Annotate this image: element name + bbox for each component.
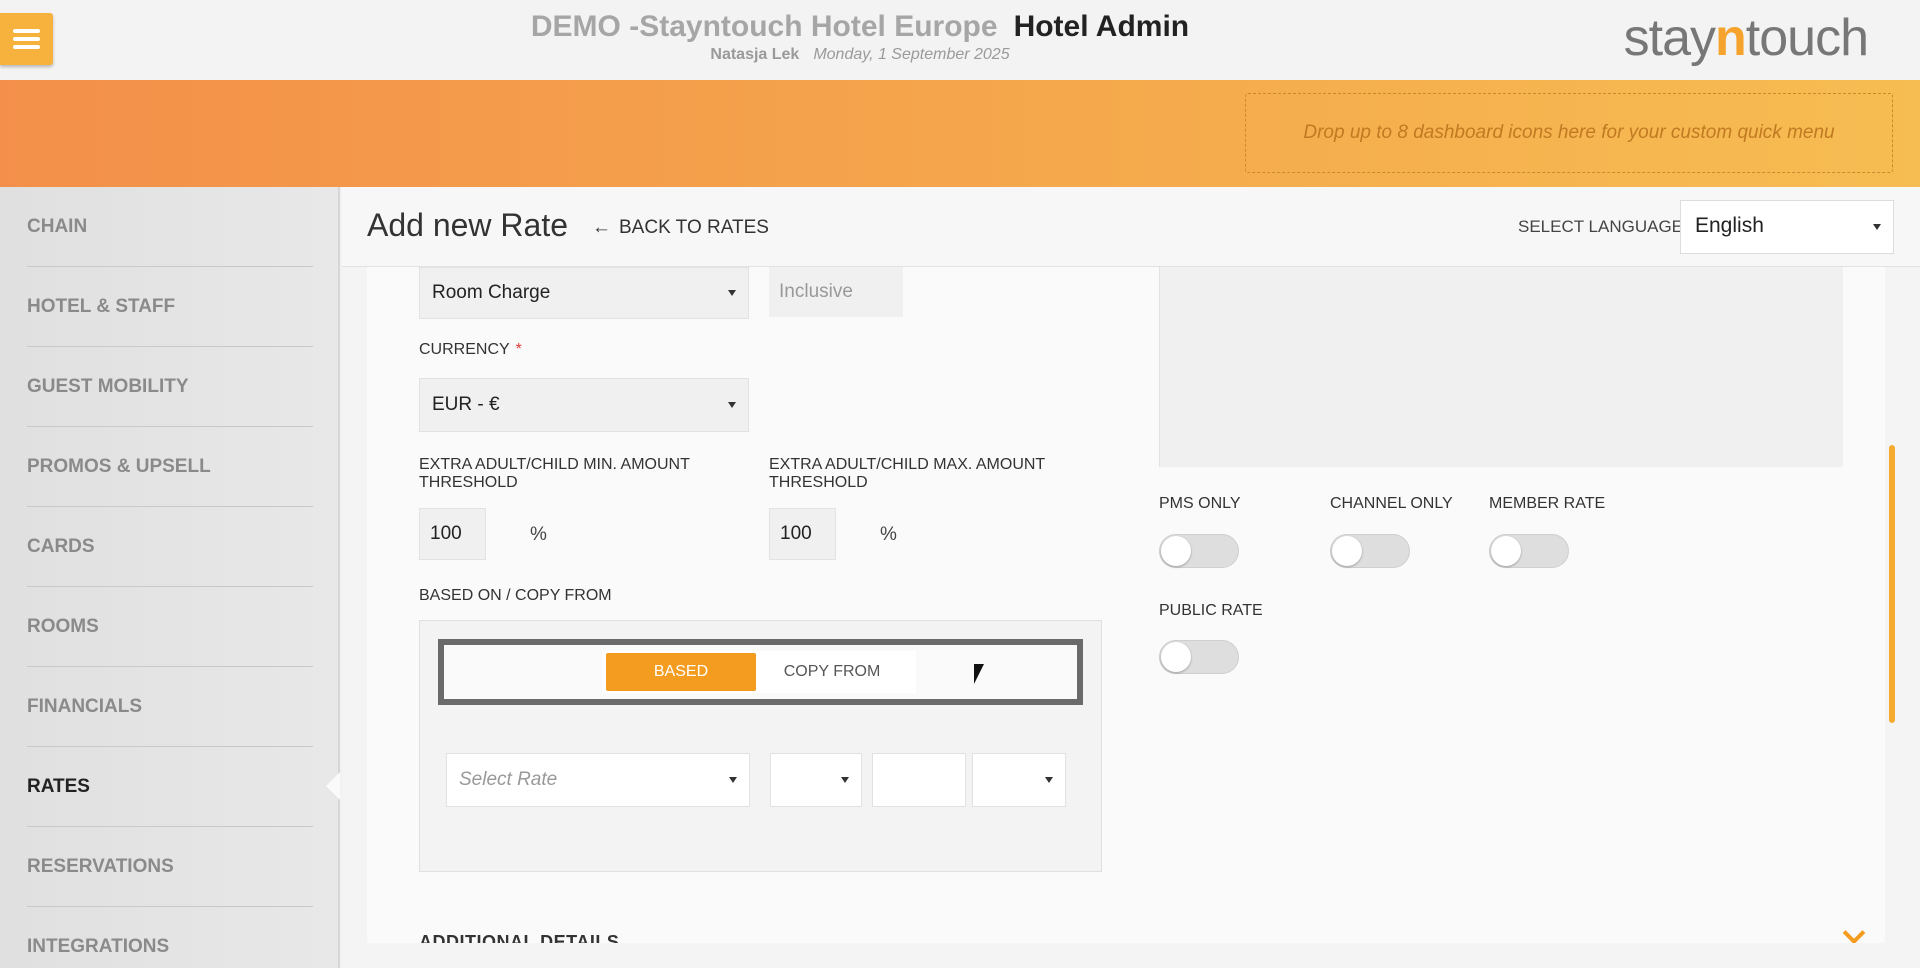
toggle-knob bbox=[1491, 536, 1521, 566]
caret-down-icon bbox=[728, 290, 736, 296]
member-rate-toggle[interactable] bbox=[1489, 534, 1569, 568]
caret-down-icon bbox=[1873, 224, 1881, 230]
sidebar: CHAIN HOTEL & STAFF GUEST MOBILITY PROMO… bbox=[0, 187, 340, 968]
select-rate-dropdown[interactable]: Select Rate bbox=[446, 753, 750, 807]
channel-only-toggle[interactable] bbox=[1330, 534, 1410, 568]
public-rate-label: PUBLIC RATE bbox=[1159, 602, 1263, 619]
active-item-pointer bbox=[326, 772, 340, 800]
max-threshold-label: EXTRA ADULT/CHILD MAX. AMOUNT THRESHOLD bbox=[769, 456, 1045, 491]
app-name: Hotel Admin bbox=[1013, 10, 1190, 43]
tab-strip: BASED COPY FROM bbox=[602, 651, 916, 693]
mouse-pointer-icon bbox=[974, 664, 984, 684]
public-rate-toggle[interactable] bbox=[1159, 640, 1239, 674]
required-marker: * bbox=[515, 341, 522, 358]
language-select[interactable]: English bbox=[1680, 200, 1894, 254]
quick-menu-banner: Drop up to 8 dashboard icons here for yo… bbox=[0, 80, 1920, 187]
currency-value: EUR - € bbox=[432, 394, 500, 415]
min-threshold-input[interactable]: 100 bbox=[419, 508, 486, 560]
operator-select[interactable] bbox=[770, 753, 862, 807]
select-language-label: SELECT LANGUAGE bbox=[1518, 217, 1684, 236]
sidebar-item-rooms[interactable]: ROOMS bbox=[27, 587, 313, 667]
select-rate-placeholder: Select Rate bbox=[459, 769, 558, 790]
top-header: DEMO -Stayntouch Hotel Europe Hotel Admin… bbox=[0, 0, 1920, 80]
amount-type-select[interactable] bbox=[972, 753, 1066, 807]
channel-only-label: CHANNEL ONLY bbox=[1330, 495, 1453, 512]
rate-form-panel: Room Charge Inclusive CURRENCY * EUR - € … bbox=[367, 267, 1885, 943]
tab-based[interactable]: BASED bbox=[606, 653, 756, 691]
business-date: Monday, 1 September 2025 bbox=[813, 46, 1010, 63]
sidebar-item-cards[interactable]: CARDS bbox=[27, 507, 313, 587]
caret-down-icon bbox=[728, 402, 736, 408]
based-on-section: BASED COPY FROM Select Rate bbox=[419, 620, 1102, 872]
user-name: Natasja Lek bbox=[710, 46, 800, 63]
hotel-name: DEMO -Stayntouch Hotel Europe bbox=[530, 10, 998, 43]
sidebar-item-guest-mobility[interactable]: GUEST MOBILITY bbox=[27, 347, 313, 427]
main-content: Add new Rate ← BACK TO RATES SELECT LANGU… bbox=[342, 187, 1920, 968]
pms-only-label: PMS ONLY bbox=[1159, 495, 1241, 512]
currency-label: CURRENCY * bbox=[419, 341, 522, 358]
percent-label: % bbox=[880, 524, 897, 545]
back-to-rates-link[interactable]: ← BACK TO RATES bbox=[592, 217, 769, 239]
header-subtitle: Natasja Lek Monday, 1 September 2025 bbox=[0, 46, 1720, 64]
sidebar-item-promos-upsell[interactable]: PROMOS & UPSELL bbox=[27, 427, 313, 507]
header-title: DEMO -Stayntouch Hotel Europe Hotel Admin bbox=[0, 10, 1720, 44]
caret-down-icon bbox=[841, 777, 849, 783]
stayntouch-logo: stayntouch bbox=[1623, 9, 1869, 67]
sidebar-item-integrations[interactable]: INTEGRATIONS bbox=[27, 907, 313, 968]
min-threshold-label: EXTRA ADULT/CHILD MIN. AMOUNT THRESHOLD bbox=[419, 456, 690, 491]
charge-type-value: Room Charge bbox=[432, 282, 551, 303]
toggle-knob bbox=[1161, 642, 1191, 672]
based-on-label: BASED ON / COPY FROM bbox=[419, 587, 612, 604]
currency-select[interactable]: EUR - € bbox=[419, 378, 749, 432]
page-title: Add new Rate bbox=[367, 207, 569, 243]
charge-type-select[interactable]: Room Charge bbox=[419, 267, 749, 319]
toggle-knob bbox=[1332, 536, 1362, 566]
scrollbar-thumb[interactable] bbox=[1889, 445, 1895, 723]
amount-input[interactable] bbox=[872, 753, 966, 807]
based-copy-tabbar: BASED COPY FROM bbox=[438, 639, 1083, 705]
caret-down-icon bbox=[1045, 777, 1053, 783]
toggle-knob bbox=[1161, 536, 1191, 566]
sidebar-item-rates[interactable]: RATES bbox=[27, 747, 313, 827]
back-link-label: BACK TO RATES bbox=[619, 217, 769, 238]
additional-details-heading[interactable]: ADDITIONAL DETAILS bbox=[419, 932, 619, 943]
percent-label: % bbox=[530, 524, 547, 545]
inclusive-field[interactable]: Inclusive bbox=[769, 267, 903, 317]
page-header: Add new Rate ← BACK TO RATES SELECT LANGU… bbox=[342, 187, 1920, 267]
tab-copy-from[interactable]: COPY FROM bbox=[756, 653, 908, 691]
sidebar-item-reservations[interactable]: RESERVATIONS bbox=[27, 827, 313, 907]
inclusive-placeholder: Inclusive bbox=[779, 281, 853, 302]
sidebar-item-chain[interactable]: CHAIN bbox=[27, 187, 313, 267]
arrow-left-icon: ← bbox=[592, 217, 611, 238]
caret-down-icon bbox=[729, 777, 737, 783]
rate-description-box[interactable] bbox=[1159, 267, 1843, 467]
max-threshold-input[interactable]: 100 bbox=[769, 508, 836, 560]
quick-menu-dropzone[interactable]: Drop up to 8 dashboard icons here for yo… bbox=[1245, 93, 1893, 173]
sidebar-item-financials[interactable]: FINANCIALS bbox=[27, 667, 313, 747]
member-rate-label: MEMBER RATE bbox=[1489, 495, 1606, 512]
language-value: English bbox=[1695, 214, 1764, 237]
sidebar-item-hotel-staff[interactable]: HOTEL & STAFF bbox=[27, 267, 313, 347]
chevron-down-icon[interactable] bbox=[1842, 921, 1866, 943]
pms-only-toggle[interactable] bbox=[1159, 534, 1239, 568]
